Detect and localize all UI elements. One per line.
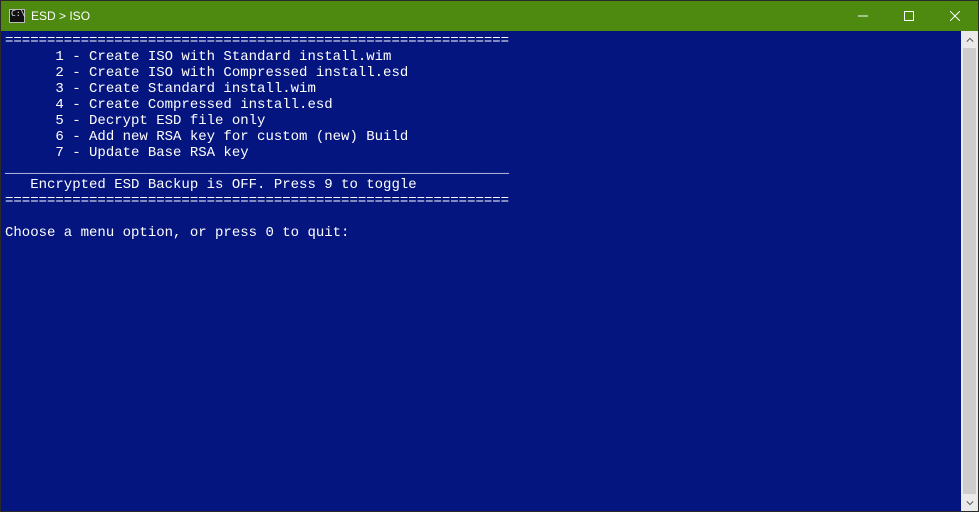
app-window: ESD > ISO ==============================… [0, 0, 979, 512]
chevron-up-icon [966, 36, 974, 44]
prompt-line: Choose a menu option, or press 0 to quit… [5, 225, 349, 241]
close-button[interactable] [932, 1, 978, 31]
menu-list: 1 - Create ISO with Standard install.wim… [5, 49, 408, 161]
scroll-up-button[interactable] [961, 31, 978, 48]
divider-top: ========================================… [5, 33, 509, 49]
close-icon [950, 11, 960, 21]
cmd-icon [9, 9, 25, 23]
scroll-thumb[interactable] [963, 48, 976, 494]
scroll-track[interactable] [961, 48, 978, 494]
titlebar[interactable]: ESD > ISO [1, 1, 978, 31]
divider-short: ________________________________________… [5, 161, 509, 177]
window-title: ESD > ISO [31, 9, 90, 23]
client-area: ========================================… [1, 31, 978, 511]
maximize-icon [904, 11, 914, 21]
status-line: Encrypted ESD Backup is OFF. Press 9 to … [5, 177, 417, 193]
minimize-icon [858, 11, 868, 21]
divider-bottom: ========================================… [5, 193, 509, 209]
scroll-down-button[interactable] [961, 494, 978, 511]
maximize-button[interactable] [886, 1, 932, 31]
minimize-button[interactable] [840, 1, 886, 31]
vertical-scrollbar[interactable] [961, 31, 978, 511]
chevron-down-icon [966, 499, 974, 507]
terminal-output[interactable]: ========================================… [1, 31, 961, 511]
